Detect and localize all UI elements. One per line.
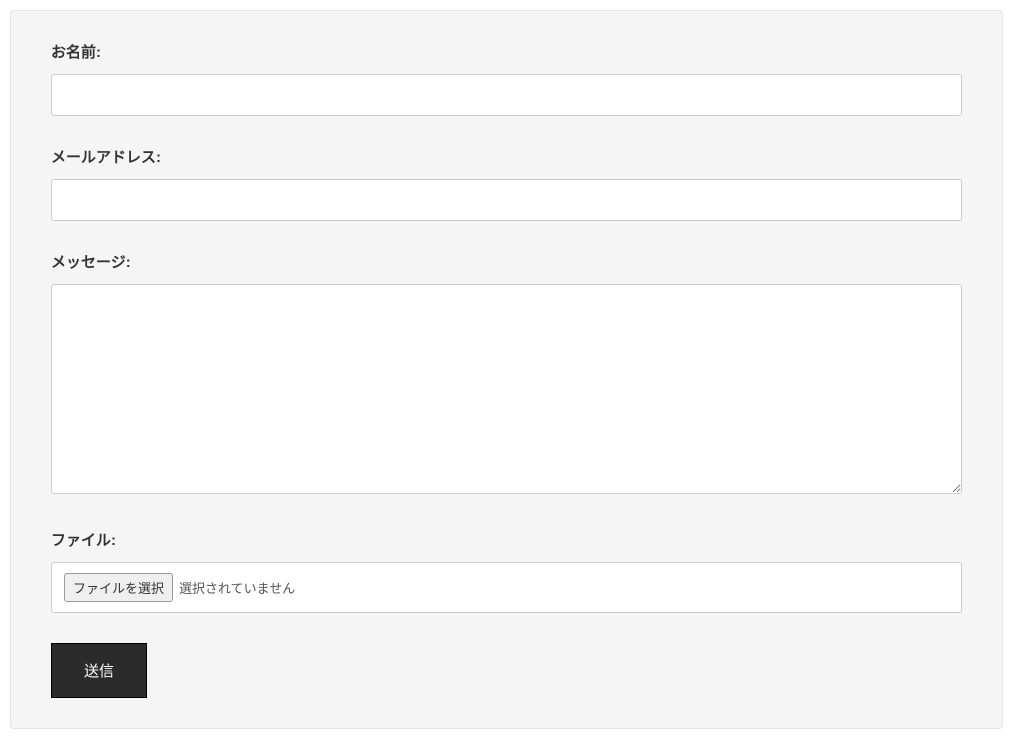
contact-form-container: お名前: メールアドレス: メッセージ: ファイル: ファイルを選択 選択されて… xyxy=(10,10,1003,729)
name-input[interactable] xyxy=(51,74,962,116)
email-input[interactable] xyxy=(51,179,962,221)
name-label: お名前: xyxy=(51,41,962,62)
file-choose-button[interactable]: ファイルを選択 xyxy=(64,573,173,602)
file-label: ファイル: xyxy=(51,529,962,550)
file-group: ファイル: ファイルを選択 選択されていません xyxy=(51,529,962,613)
file-status-text: 選択されていません xyxy=(179,578,295,597)
email-label: メールアドレス: xyxy=(51,146,962,167)
submit-button[interactable]: 送信 xyxy=(51,643,147,698)
message-label: メッセージ: xyxy=(51,251,962,272)
file-wrapper: ファイルを選択 選択されていません xyxy=(51,562,962,613)
message-group: メッセージ: xyxy=(51,251,962,499)
email-group: メールアドレス: xyxy=(51,146,962,221)
name-group: お名前: xyxy=(51,41,962,116)
message-textarea[interactable] xyxy=(51,284,962,494)
